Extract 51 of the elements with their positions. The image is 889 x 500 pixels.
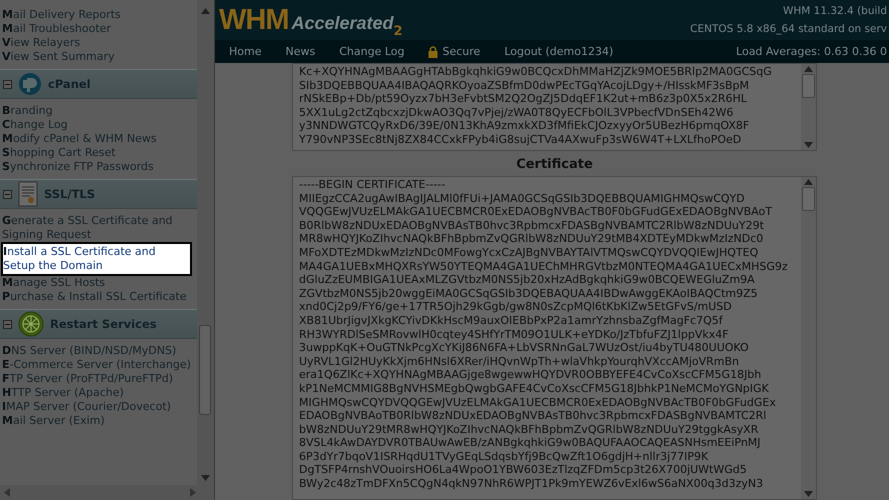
collapse-icon[interactable] [3, 320, 12, 328]
scroll-left-icon[interactable] [4, 488, 10, 497]
sidebar-link[interactable]: Mail Troubleshooter [2, 22, 192, 36]
version-text: WHM 11.32.4 (build [782, 4, 887, 19]
sidebar-link[interactable]: Generate a SSL Certificate and Signing Request [2, 214, 192, 242]
certificate-icon [18, 181, 38, 207]
sidebar-link[interactable]: Change Log [2, 118, 192, 132]
sidebar-link[interactable]: Install a SSL Certificate and Setup the Domain [1, 242, 192, 276]
scroll-down-icon[interactable] [804, 491, 813, 497]
nav-link[interactable]: Home [229, 45, 262, 58]
wheel-icon [18, 311, 44, 337]
sidebar-link[interactable]: Branding [2, 104, 192, 118]
scrollbar-thumb[interactable] [199, 325, 212, 415]
sidebar-link[interactable]: Mail Delivery Reports [2, 8, 192, 22]
scroll-down-icon[interactable] [201, 475, 210, 481]
sidebar-link[interactable]: Shopping Cart Reset [2, 146, 192, 160]
scroll-up-icon[interactable] [201, 8, 210, 14]
lock-icon [428, 46, 438, 58]
scroll-up-icon[interactable] [804, 179, 813, 185]
sidebar-link[interactable]: View Sent Summary [2, 50, 192, 64]
sidebar-link[interactable]: E-Commerce Server (Interchange) [2, 358, 192, 372]
sidebar-link[interactable]: View Relayers [2, 36, 192, 50]
scrollbar-thumb[interactable] [802, 74, 815, 98]
nav-link[interactable]: Change Log [339, 45, 404, 58]
scroll-right-icon[interactable] [190, 488, 196, 497]
collapse-icon[interactable] [3, 190, 12, 198]
section-title: cPanel [48, 77, 91, 91]
sidebar-link[interactable]: HTTP Server (Apache) [2, 386, 192, 400]
nav-link[interactable]: Secure [428, 45, 480, 58]
nav-link[interactable]: News [285, 45, 316, 58]
section-title: SSL/TLS [44, 187, 96, 201]
sidebar-link[interactable]: IMAP Server (Courier/Dovecot) [2, 400, 192, 414]
cpanel-logo-icon [18, 72, 42, 96]
section-title: Restart Services [50, 317, 157, 331]
private-key-textarea[interactable]: Kc+XQYHNAgMBAAGgHTAbBgkqhkiG9w0BCQcxDhMMaHZjZk9MOE5BRlp2MA0GCSqG SIb3DQEBBQUAA4IBAQAQRKOyoaZSBfmD0dwPEcTGqYAcojLDgy+/HIsskMF3sBpM rNSkEBp+Db/pt59Oyzx7bH3eFvbtSM2Q2OgZJ5DdqEF1K2ut+mB6z3p0X5x2R6HL 5XX1uLg2ctZqbcxzjDkwAO3Qq7vPjej/zWA0T8QyECFbOlL3VPbecfVDnSEh42W6 y3NNDWGTCQyRxD6/39E/0N13KhA9zmxkXD3fMfiEkCJOzxyyOr5UBezH6pmqOX8F Y790vNP3SEc8tNj8ZX84CCxkFPyb4iG8sujCTVa4AXwuFp3sW6W4T+LXLfhoPOeD [292, 63, 817, 151]
certificate-textarea[interactable]: -----BEGIN CERTIFICATE----- MIIEgzCCA2ugAwIBAgIJALMl0fFUi+JAMA0GCSqGSIb3DQEBBQUAMIGHMQswCQYD VQQGEwJVUzELMAkGA1UECBMCR0ExEDAOBgNVBAcTB0F0bGFudGExEDAOBgNVBAoT B0RlbW8zNDUxEDAOBgNVBAsTB0hvc3RpbmcxFDASBgNVBAMTC2RlbW8zNDUuY29t MR8wHQYJKoZIhvcNAQkBFhBpbmZvQGRlbW8zNDUuY29tMB4XDTEyMDkwMzIzNDc0 MFoXDTEzMDkwMzIzNDc0MFowgYcxCzAJBgNVBAYTAlVTMQswCQYDVQQIEwJHQTEQ MA4GA1UEBxMHQXRsYW50YTEQMA4GA1UEChMHRGVtbzM0NTEQMA4GA1UECxMHSG9z dGluZzEUMBIGA1UEAxMLZGVtbzM0NS5jb20xHzAdBgkqhkiG9w0BCQEWEGluZm9A ZGVtbzM0NS5jb20wggEiMA0GCSqGSIb3DQEBAQUAA4IBDwAwggEKAoIBAQCtm9Z5 xnd0Cj2p9/FY6/ge+17TR5Ojh29kGgb/gw8N0sZcpMQl6tKbKlZw5EtGFvS/mUSD XB81UbrJigvJXkgKCYivDKkHscM9auxOIEBbPxP2a1amrYzhnsbaZgfMagFc7Q5f RH3WYRDlSeSMRovwlH0cqtey4SHfYrTM09O1ULK+eYDKo/JzTbfuFZJ1lppVkx4F 3uwppKqK+OuGTNkPcgXcYKiJ86N6FA+LbVSRNnGaL7WUzOst/iu4byTU480UUOKO UyRVL1Gl2HUyKkXjm6HNsl6XRer/iHQvnWpTh+wlaVhkpYourqhVXccAMjoVRmBn era1Q6ZlKc+XQYHNAgMBAAGjge8wgewwHQYDVR0OBBYEFE4CvCoXscCFM5G18Jbh kP1NeMCMMIG8BgNVHSMEgbQwgbGAFE4CvCoXscCFM5G18JbhkP1NeMCMoYGNpIGK MIGHMQswCQYDVQQGEwJVUzELMAkGA1UECBMCR0ExEDAOBgNVBAcTB0F0bGFudGEx EDAOBgNVBAoTB0RlbW8zNDUxEDAOBgNVBAsTB0hvc3RpbmcxFDASBgNVBAMTC2Rl bW8zNDUuY29tMR8wHQYJKoZIhvcNAQkBFhBpbmZvQGRlbW8zNDUuY29tggkAsyXR 8VSL4kAwDAYDVR0TBAUwAwEB/zANBgkqhkiG9w0BAQUFAAOCAQEASNHsmEEiPnMJ 6P3dYr7bqoV1ISRHqdU1TVyGEqLSdqsbYfj9BcQwZft1O6gdjH+nllr3j77IP9K DgTSFP4rnshVOuoirsHO6La4WpoO1YBW603EzTlzqZFDm5cp3t26X700jUWtWGd5 BWy2c48zTmDFXn5CQgN4qkN97NhR6WPJT1Pk9mYEWZ6vExl6wS6aNX00q3d3zyN3 [292, 176, 817, 500]
collapse-icon[interactable] [3, 80, 12, 88]
load-averages: Load Averages: 0.63 0.36 0 [736, 45, 888, 58]
scroll-down-icon[interactable] [804, 142, 813, 148]
sidebar-link[interactable]: FTP Server (ProFTPd/PureFTPd) [2, 372, 192, 386]
scrollbar-thumb[interactable] [802, 187, 815, 211]
sidebar-link[interactable]: Purchase & Install SSL Certificate [2, 290, 192, 304]
sidebar-link[interactable]: Synchronize FTP Passwords [2, 160, 192, 174]
certificate-label: Certificate [515, 156, 594, 174]
scroll-up-icon[interactable] [804, 66, 813, 72]
sidebar-link[interactable]: Mail Server (Exim) [2, 414, 192, 428]
sidebar-link[interactable]: Manage SSL Hosts [2, 276, 192, 290]
sidebar-link[interactable]: Modify cPanel & WHM News [2, 132, 192, 146]
sidebar-link[interactable]: DNS Server (BIND/NSD/MyDNS) [2, 344, 192, 358]
nav-link[interactable]: Logout (demo1234) [504, 45, 614, 58]
server-info: CENTOS 5.8 x86_64 standard on serv [690, 22, 887, 37]
